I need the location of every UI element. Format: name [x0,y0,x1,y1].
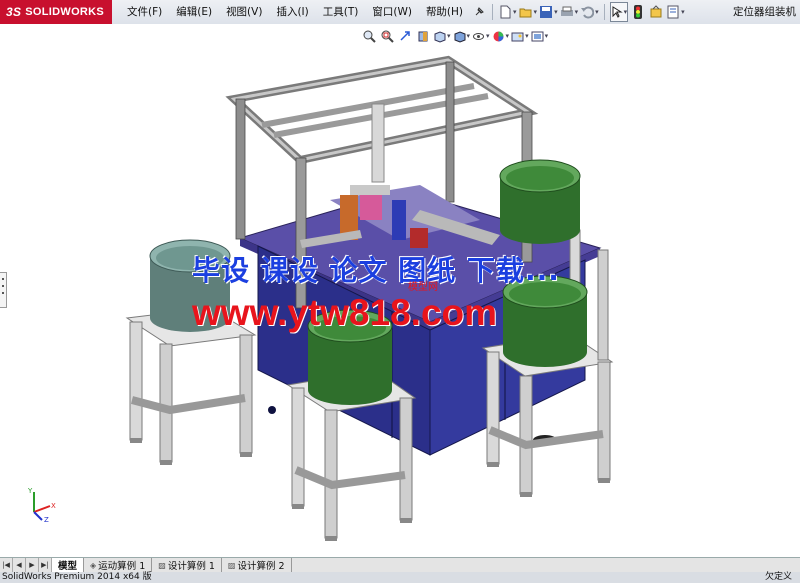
graphics-area[interactable]: ▾ ▾ ▾ ▾ ▾ ▾ 毕设 课设 论文 图纸 下载... 模型网 www.yt… [0,24,800,557]
tab-first-icon[interactable]: |◀ [0,558,13,572]
leveling-feet [130,438,610,541]
bowl-right [502,275,588,367]
menu-help[interactable]: 帮助(H) [419,0,470,24]
new-document-icon[interactable]: ▾ [498,3,517,21]
status-bar: SolidWorks Premium 2014 x64 版 欠定义 [0,572,800,583]
tab-prev-icon[interactable]: ◀ [13,558,26,572]
triad-y-label: Y [27,487,33,495]
coordinate-triad: Y X Z [27,487,56,524]
select-arrow-icon[interactable]: ▾ [609,2,629,22]
menu-window[interactable]: 窗口(W) [365,0,419,24]
save-icon[interactable]: ▾ [539,3,558,21]
menu-bar: 3S SOLIDWORKS 文件(F) 编辑(E) 视图(V) 插入(I) 工具… [0,0,800,25]
watermark-logo: 模型网 [408,282,438,293]
undo-icon[interactable]: ▾ [580,3,599,21]
status-definition-state: 欠定义 [764,572,792,582]
document-title: 定位器组装机 [733,6,796,18]
rebuild-icon[interactable] [630,3,646,21]
file-properties-icon[interactable]: ▾ [666,3,685,21]
menu-file[interactable]: 文件(F) [120,0,169,24]
print-icon[interactable]: ▾ [560,3,578,21]
model-tabs-bar: |◀ ◀ ▶ ▶| 模型 ◈ 运动算例 1 ▨ 设计算例 1 ▨ 设计算例 2 [0,557,800,572]
toolbar-separator [603,4,605,20]
menu-edit[interactable]: 编辑(E) [169,0,219,24]
solidworks-logo[interactable]: 3S SOLIDWORKS [0,0,112,24]
tab-last-icon[interactable]: ▶| [39,558,52,572]
triad-z-label: Z [44,516,49,524]
ds-logo-mark: 3S [6,5,22,19]
options-icon[interactable] [648,3,664,21]
toolbar-separator [492,4,494,20]
tab-motion-study-1[interactable]: ◈ 运动算例 1 [84,558,153,572]
assembly-model[interactable] [0,24,800,557]
motion-study-icon: ◈ [90,560,97,570]
pushpin-icon[interactable] [471,3,487,21]
tab-design-study-1[interactable]: ▨ 设计算例 1 [152,558,222,572]
watermark-text-cn: 毕设 课设 论文 图纸 下载... [192,254,560,287]
watermark-url: www.ytw818.com [192,292,498,333]
tab-next-icon[interactable]: ▶ [26,558,39,572]
logo-text: SOLIDWORKS [25,6,105,18]
menu-view[interactable]: 视图(V) [219,0,269,24]
status-product-version: SolidWorks Premium 2014 x64 版 [2,572,152,582]
tab-model[interactable]: 模型 [52,558,85,572]
menu-tools[interactable]: 工具(T) [316,0,366,24]
open-folder-icon[interactable]: ▾ [519,3,537,21]
bowl-back-right [499,159,581,244]
design-study-icon: ▨ [227,560,236,570]
design-study-icon: ▨ [158,560,166,570]
tab-design-study-2[interactable]: ▨ 设计算例 2 [222,558,292,572]
triad-x-label: X [51,502,56,510]
menu-insert[interactable]: 插入(I) [269,0,315,24]
